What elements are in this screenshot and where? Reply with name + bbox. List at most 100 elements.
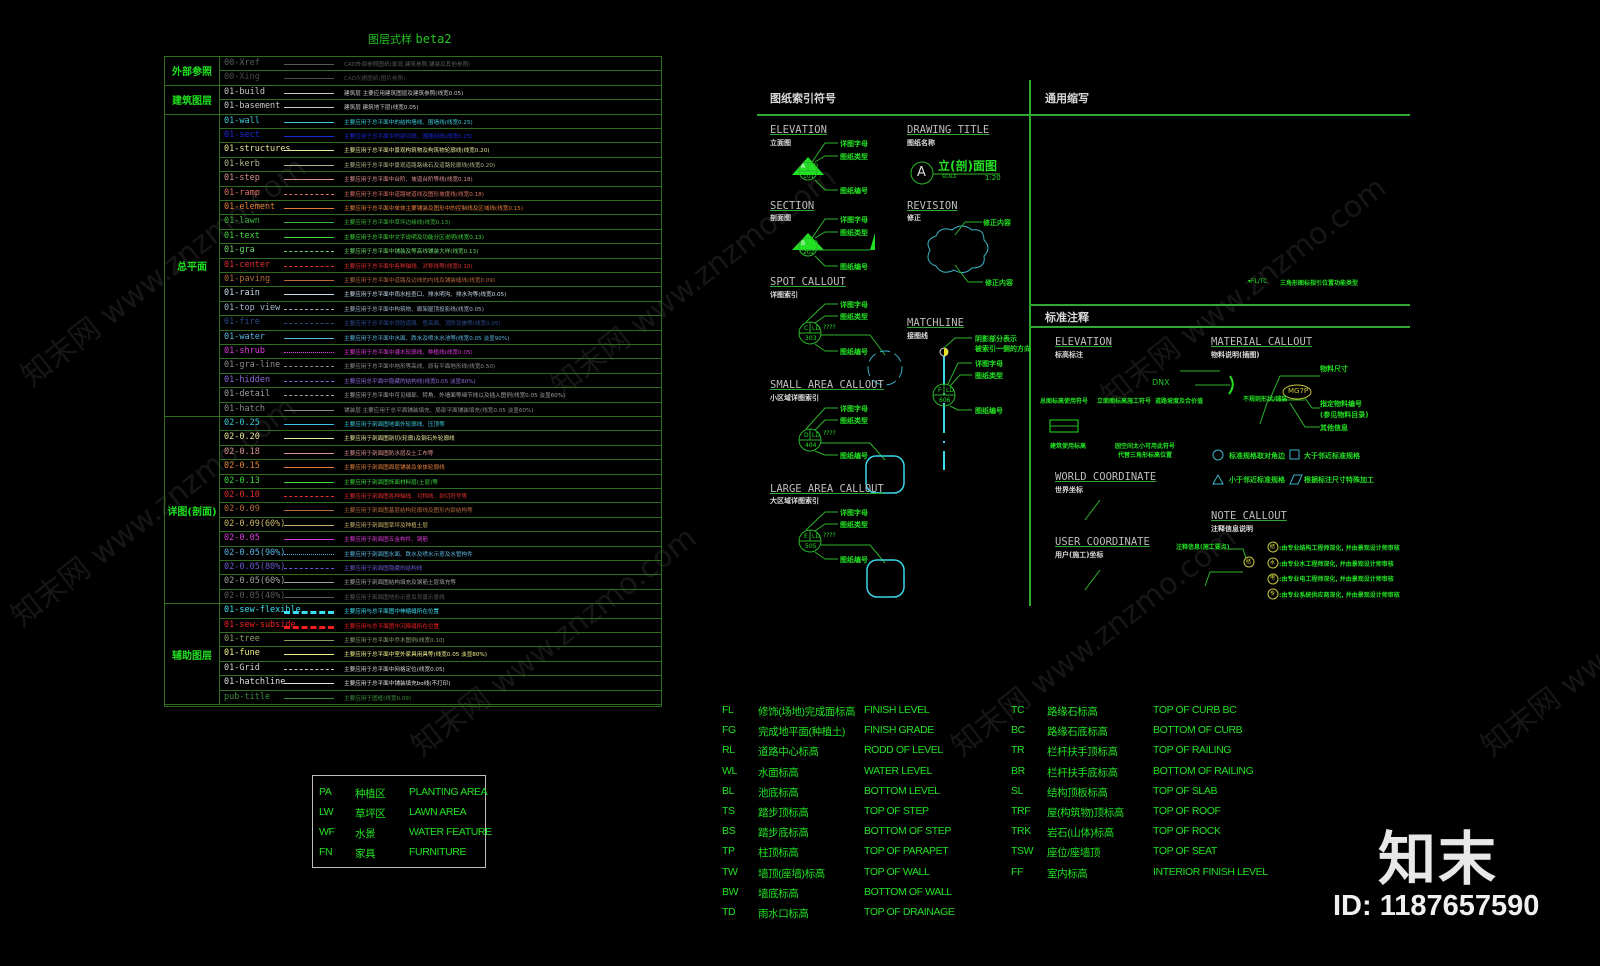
std-elevation-dnx: DNX <box>1152 378 1170 387</box>
world-coordinate-sub: 世界坐标 <box>1055 486 1083 494</box>
leader-letter: 详图字母 <box>840 405 868 413</box>
material-other: 其他信息 <box>1320 424 1348 432</box>
abbr-en: TOP OF ROCK <box>1153 825 1221 838</box>
revision-title: REVISION <box>907 200 958 212</box>
abbr-en: RODD OF LEVEL <box>864 744 943 757</box>
abbr-code: BS <box>722 825 736 838</box>
abbr-code: BC <box>1011 724 1025 737</box>
std-elevation-sub: 标高标注 <box>1055 351 1083 359</box>
world-coordinate-title: WORLD COORDINATE <box>1055 471 1157 483</box>
abbr-cn: 墙顶(座墙)标高 <box>758 867 825 880</box>
fl-tc-code: ▾FL/TC <box>1248 278 1268 285</box>
matchline-number: 606 <box>939 397 951 404</box>
large-area-q: ???? <box>823 532 836 539</box>
abbr-cn: 岩石(山体)标高 <box>1047 827 1114 840</box>
small-area-title: SMALL AREA CALLOUT <box>770 379 884 391</box>
matchline-symbol <box>932 337 972 470</box>
abbr-cn: 柱顶标高 <box>758 847 799 860</box>
std-elevation-l3: 道路坡度及合价值 <box>1155 398 1204 405</box>
abbr-cn: 水面标高 <box>758 766 799 779</box>
std-elevation-title: ELEVATION <box>1055 336 1112 348</box>
elevation-number: 101 <box>803 173 815 180</box>
abbr-en: TOP OF RAILING <box>1153 744 1232 757</box>
abbr-code: FF <box>1011 865 1024 878</box>
abbr-cn: 完成地平面(种植土) <box>758 726 845 739</box>
abbr-en: TOP OF SLAB <box>1153 784 1218 797</box>
std-elevation-l5b: 代替三角形标高位置 <box>1118 452 1173 459</box>
abbr-en: WATER LEVEL <box>864 764 932 777</box>
leader-type: 图纸类型 <box>840 313 868 321</box>
abbr-code: TC <box>1011 704 1025 716</box>
matchline-sub: 接图线 <box>907 332 928 340</box>
abbr-code: BW <box>722 885 739 898</box>
user-coordinate-title: USER COORDINATE <box>1055 536 1150 548</box>
drawing-title-scale: 1:20 <box>985 174 1001 182</box>
leader-type: 图纸类型 <box>840 521 868 529</box>
abbr-code: WL <box>722 764 737 777</box>
abbr-en: TOP OF STEP <box>864 805 929 817</box>
abbr-code: BL <box>722 784 735 797</box>
abbr-code: BR <box>1011 764 1025 777</box>
abbr-en: TOP OF PARAPET <box>864 845 949 858</box>
elevation-letter: A <box>801 163 806 170</box>
section-number: 202 <box>803 249 815 256</box>
revision-cloud <box>927 225 989 274</box>
elevation-type: LD <box>810 163 818 170</box>
drawing-title-letter: A <box>917 165 926 180</box>
elevation-title: ELEVATION <box>770 124 827 136</box>
abbr-code: FG <box>722 724 736 737</box>
small-area-number: 404 <box>805 442 817 449</box>
note-item-text: :由专业结构工程师深化, 并由景观设计师审核 <box>1279 545 1400 552</box>
leader-number: 图纸编号 <box>975 407 1003 415</box>
leader-number: 图纸编号 <box>840 452 868 460</box>
note-item-text: :由专业系统供应商深化, 并由景观设计师审核 <box>1279 591 1400 599</box>
large-area-type: LD <box>812 533 820 540</box>
abbr-cn: 道路中心标高 <box>758 746 819 759</box>
drawing-title-title: DRAWING TITLE <box>907 124 990 136</box>
spot-callout-q: ???? <box>823 324 836 331</box>
spot-callout-letter: C <box>804 325 809 332</box>
matchline-title: MATCHLINE <box>907 317 964 329</box>
abbr-en: TOP OF ROOF <box>1153 805 1221 817</box>
leader-type: 图纸类型 <box>975 372 1003 380</box>
revision-label-bottom: 修正内容 <box>985 279 1013 287</box>
abbr-cn: 室内标高 <box>1047 867 1088 880</box>
fl-tc-text: 三角形图标指引位置功能类型 <box>1280 280 1359 287</box>
watermark-id: ID: 1187657590 <box>1333 890 1540 922</box>
small-area-sub: 小区域详图索引 <box>770 394 819 402</box>
large-area-number: 505 <box>805 543 817 550</box>
user-coordinate-sub: 用户(施工)坐标 <box>1055 551 1104 559</box>
small-area-letter: D <box>804 432 809 439</box>
leader-number: 图纸编号 <box>840 263 868 271</box>
note-item-key: 专 <box>1270 590 1276 597</box>
abbr-cn: 栏杆扶手顶标高 <box>1047 746 1118 759</box>
leader-number: 图纸编号 <box>840 187 868 195</box>
note-item-key: 水 <box>1270 559 1276 566</box>
large-area-title: LARGE AREA CALLOUT <box>770 483 884 495</box>
abbr-en: TOP OF SEAT <box>1153 845 1217 858</box>
std-elevation-l2: 立面图标高施工符号 <box>1097 398 1152 405</box>
abbr-cn: 屋(构筑物)顶标高 <box>1047 807 1124 819</box>
spot-callout-title: SPOT CALLOUT <box>770 276 846 288</box>
leader-letter: 详图字母 <box>840 140 868 148</box>
abbr-code: TW <box>722 865 738 878</box>
abbr-code: FL <box>722 704 734 716</box>
large-area-sub: 大区域详图索引 <box>770 497 819 505</box>
abbr-cn: 池底标高 <box>758 786 799 799</box>
note-callout-title: NOTE CALLOUT <box>1211 510 1287 522</box>
leader-type: 图纸类型 <box>840 417 868 425</box>
revision-label-top: 修正内容 <box>983 219 1011 227</box>
abbr-cn: 踏步顶标高 <box>758 807 809 819</box>
note-item-key: 电 <box>1270 575 1276 581</box>
drawing-title-name: 立(剖)面图 <box>938 159 997 173</box>
abbr-cn: 修饰(场地)完成面标高 <box>758 706 856 718</box>
abbr-en: INTERIOR FINISH LEVEL <box>1153 865 1268 878</box>
section-sub: 剖面图 <box>770 214 791 222</box>
spot-callout-type: LD <box>812 325 820 332</box>
abbr-code: TR <box>1011 744 1025 757</box>
material-square-note: 大于邻近标准规格 <box>1304 452 1360 460</box>
spot-callout-sub: 详图索引 <box>770 291 798 299</box>
revision-sub: 修正 <box>907 214 921 222</box>
large-area-letter: E <box>804 533 808 540</box>
note-item-key: 结 <box>1270 544 1276 550</box>
